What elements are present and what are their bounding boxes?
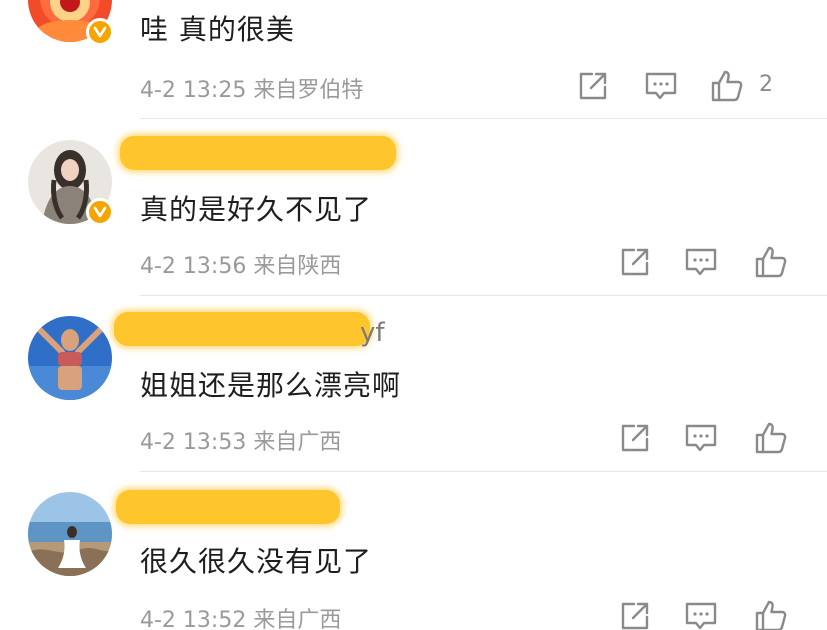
- comment-meta: 4-2 13:52 来自广西: [140, 608, 342, 630]
- share-icon[interactable]: [617, 598, 653, 630]
- share-icon[interactable]: [575, 68, 611, 104]
- comment-item: 真的是好久不见了 4-2 13:56 来自陕西: [0, 120, 827, 296]
- comment-item: 哇 真的很美 4-2 13:25 来自罗伯特 2: [0, 0, 827, 120]
- redacted-username[interactable]: [114, 312, 370, 346]
- avatar[interactable]: [28, 316, 112, 400]
- comment-meta: 4-2 13:53 来自广西: [140, 430, 342, 455]
- comment-icon[interactable]: [683, 598, 719, 630]
- comment-item: 很久很久没有见了 4-2 13:52 来自广西: [0, 472, 827, 630]
- username-suffix[interactable]: yf: [360, 318, 385, 348]
- thumbs-up-icon[interactable]: [753, 420, 789, 456]
- comment-feed: 哇 真的很美 4-2 13:25 来自罗伯特 2 真的是好久不见了 4-2 13…: [0, 0, 827, 630]
- verified-badge-icon: [86, 198, 114, 226]
- comment-actions: [607, 420, 827, 456]
- thumbs-up-icon[interactable]: [709, 68, 745, 104]
- thumbs-up-icon[interactable]: [753, 244, 789, 280]
- redacted-username[interactable]: [120, 136, 396, 170]
- share-icon[interactable]: [617, 244, 653, 280]
- comment-actions: 2: [567, 68, 827, 104]
- divider: [140, 118, 827, 119]
- comment-text: 真的是好久不见了: [140, 193, 373, 226]
- verified-badge-icon: [86, 18, 114, 46]
- comment-icon[interactable]: [643, 68, 679, 104]
- comment-meta: 4-2 13:56 来自陕西: [140, 254, 342, 279]
- comment-item: yf 姐姐还是那么漂亮啊 4-2 13:53 来自广西: [0, 296, 827, 472]
- avatar[interactable]: [28, 492, 112, 576]
- comment-actions: [607, 598, 827, 630]
- share-icon[interactable]: [617, 420, 653, 456]
- comment-icon[interactable]: [683, 244, 719, 280]
- redacted-username[interactable]: [116, 490, 340, 524]
- like-count: 2: [759, 72, 773, 97]
- comment-text: 很久很久没有见了: [140, 545, 373, 578]
- comment-meta: 4-2 13:25 来自罗伯特: [140, 78, 364, 103]
- thumbs-up-icon[interactable]: [753, 598, 789, 630]
- comment-text: 姐姐还是那么漂亮啊: [140, 369, 402, 402]
- comment-actions: [607, 244, 827, 280]
- comment-icon[interactable]: [683, 420, 719, 456]
- comment-text: 哇 真的很美: [140, 13, 295, 46]
